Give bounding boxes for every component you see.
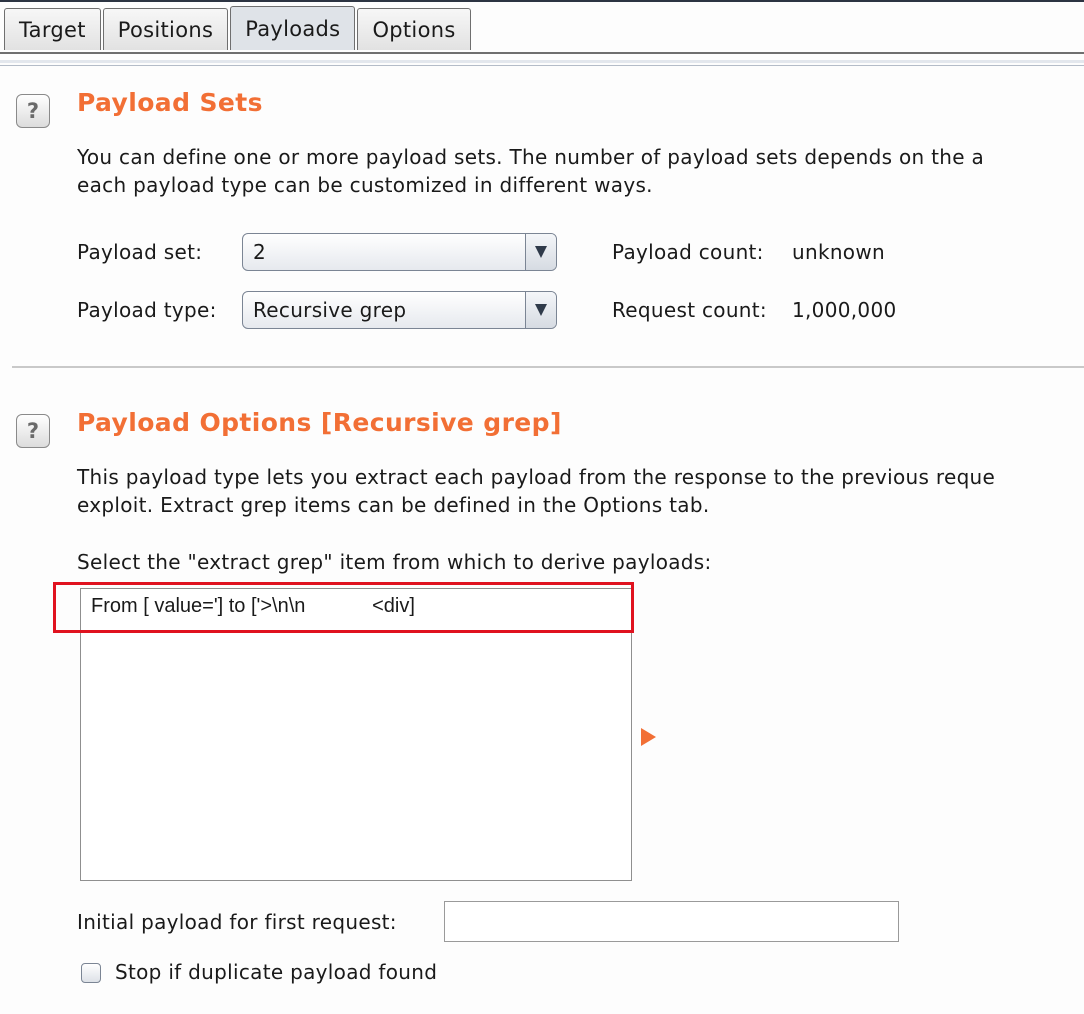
payload-type-dropdown[interactable]: Recursive grep [242,291,557,329]
payload-set-label: Payload set: [77,240,203,264]
section-divider [12,366,1084,368]
initial-payload-label: Initial payload for first request: [77,910,397,934]
tab-positions[interactable]: Positions [102,8,229,50]
payload-options-description-line1: This payload type lets you extract each … [77,465,996,489]
chevron-down-icon [535,304,547,316]
tab-target[interactable]: Target [4,8,101,50]
request-count-value: 1,000,000 [792,298,897,322]
extract-grep-select-label: Select the "extract grep" item from whic… [77,550,712,574]
payload-count-label: Payload count: [612,240,764,264]
chevron-down-icon [535,246,547,258]
payload-options-help-icon[interactable]: ? [16,414,50,448]
payload-sets-title: Payload Sets [77,88,263,117]
request-count-label: Request count: [612,298,767,322]
payload-options-description-line2: exploit. Extract grep items can be defin… [77,493,710,517]
payload-count-value: unknown [792,240,885,264]
payload-sets-help-icon[interactable]: ? [16,94,50,128]
payload-sets-description-line2: each payload type can be customized in d… [77,173,653,197]
payload-type-label: Payload type: [77,298,217,322]
payload-options-title: Payload Options [Recursive grep] [77,408,562,437]
tab-payloads[interactable]: Payloads [230,6,356,50]
tab-bar: Target Positions Payloads Options [4,6,473,52]
stop-duplicate-label[interactable]: Stop if duplicate payload found [115,960,437,984]
payload-sets-description-line1: You can define one or more payload sets.… [77,145,985,169]
tab-options[interactable]: Options [357,8,471,50]
payload-type-arrow[interactable] [525,292,556,328]
tab-panel-border [0,60,1084,63]
payload-type-value: Recursive grep [253,298,407,322]
tab-panel-border-inner [0,65,1084,66]
highlight-annotation-box [53,582,634,633]
payload-set-arrow[interactable] [525,234,556,270]
initial-payload-input[interactable] [444,901,899,942]
expand-arrow-icon[interactable] [641,728,656,746]
window-top-border [0,0,1084,2]
payload-set-value: 2 [253,240,267,264]
payload-set-dropdown[interactable]: 2 [242,233,557,271]
stop-duplicate-checkbox[interactable] [81,963,101,983]
tab-underline [0,52,1084,54]
